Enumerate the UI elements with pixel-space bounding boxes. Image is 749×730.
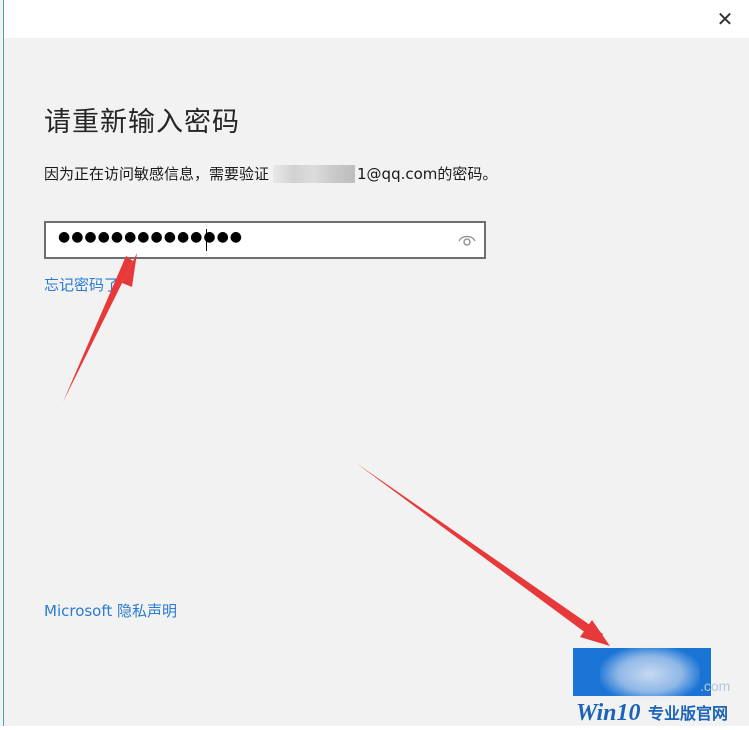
close-button[interactable]: ✕: [708, 4, 742, 34]
close-icon: ✕: [716, 7, 734, 31]
watermark-url: .com: [700, 678, 731, 694]
password-input[interactable]: ●●●●●●●●●●●●●●: [44, 221, 486, 259]
forgot-password-link[interactable]: 忘记密码了: [44, 274, 119, 295]
description-email: 1@qq.com: [357, 164, 438, 183]
description-tail: 的密码。: [437, 165, 498, 183]
redacted-email-block: [273, 164, 356, 183]
privacy-statement-link[interactable]: Microsoft 隐私声明: [44, 600, 177, 621]
window-border: [3, 0, 4, 726]
password-masked-value: ●●●●●●●●●●●●●●: [58, 229, 244, 245]
description-text: 因为正在访问敏感信息，需要验证 1@qq.com 的密码。: [44, 163, 497, 184]
eye-icon[interactable]: [458, 232, 476, 248]
title-bar: [4, 0, 749, 38]
confirm-button[interactable]: [573, 648, 711, 696]
page-title: 请重新输入密码: [44, 107, 240, 138]
description-prefix: 因为正在访问敏感信息，需要验证: [44, 165, 270, 183]
text-caret: [206, 229, 207, 251]
